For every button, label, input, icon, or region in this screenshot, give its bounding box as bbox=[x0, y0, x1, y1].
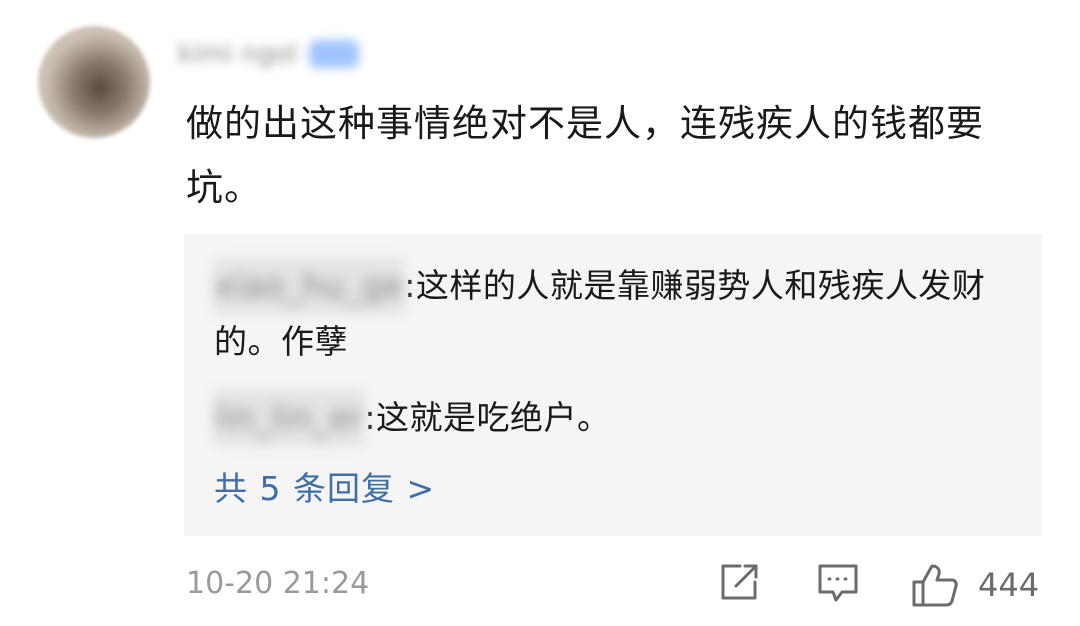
reply-separator: : bbox=[364, 398, 376, 437]
reply-button[interactable] bbox=[816, 562, 860, 604]
reply-separator: : bbox=[404, 266, 416, 305]
more-replies-link[interactable]: 共 5 条回复 > bbox=[214, 462, 435, 510]
thumbs-up-icon bbox=[910, 562, 960, 608]
timestamp: 10-20 21:24 bbox=[186, 566, 370, 601]
reply-author[interactable]: xiao_hu_ge bbox=[214, 258, 405, 314]
share-icon bbox=[718, 562, 762, 602]
comment-icon bbox=[816, 562, 860, 604]
share-button[interactable] bbox=[718, 562, 762, 602]
user-badge bbox=[309, 40, 360, 68]
comment-text: 做的出这种事情绝对不是人，连残疾人的钱都要坑。 bbox=[186, 102, 984, 209]
reply-item[interactable]: lin_lin_er:这就是吃绝户。 bbox=[214, 390, 1024, 446]
reply-author[interactable]: lin_lin_er bbox=[214, 390, 365, 446]
reply-text: 这就是吃绝户。 bbox=[376, 398, 611, 437]
username-text: kimi ngol bbox=[178, 39, 298, 69]
reply-box[interactable]: xiao_hu_ge:这样的人就是靠赚弱势人和残疾人发财的。作孽 lin_lin… bbox=[184, 234, 1042, 536]
like-count: 444 bbox=[978, 566, 1040, 604]
username[interactable]: kimi ngol bbox=[178, 34, 408, 74]
like-button[interactable]: 444 bbox=[910, 562, 1039, 608]
avatar[interactable] bbox=[38, 26, 150, 138]
reply-item[interactable]: xiao_hu_ge:这样的人就是靠赚弱势人和残疾人发财的。作孽 bbox=[214, 258, 1024, 370]
